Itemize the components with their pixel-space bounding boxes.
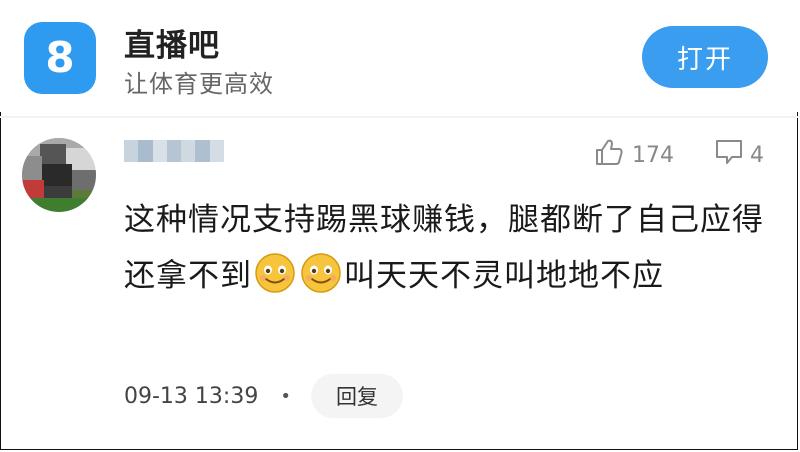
smiling-face-emoji-icon [301,253,341,293]
reply-count: 4 [750,142,764,168]
user-avatar[interactable] [22,138,96,212]
app-slogan: 让体育更高效 [124,70,274,98]
like-button[interactable]: 174 [594,137,674,173]
app-logo-icon[interactable]: 8 [24,22,96,94]
app-banner: 8 直播吧 让体育更高效 打开 [0,0,800,112]
comment-timestamp: 09-13 13:39 [124,383,259,409]
comment-text-part2: 叫天天不灵叫地地不应 [344,258,664,294]
comment-meta: 09-13 13:39 • 回复 [124,374,403,418]
app-name: 直播吧 [124,28,220,64]
reply-button[interactable]: 回复 [310,374,403,418]
smiling-face-emoji-icon [255,253,295,293]
username-obscured[interactable] [124,140,224,162]
header-divider [0,116,800,118]
meta-separator: • [280,385,291,407]
open-app-button[interactable]: 打开 [642,26,768,88]
thumbs-up-icon [594,137,624,173]
comment-body: 这种情况支持踢黑球赚钱，腿都断了自己应得还拿不到 叫天天不灵叫地地不应 [124,192,774,304]
reply-count-button[interactable]: 4 [714,140,764,170]
like-count: 174 [632,142,674,168]
comment-bubble-icon [714,137,744,173]
svg-text:8: 8 [45,33,74,82]
